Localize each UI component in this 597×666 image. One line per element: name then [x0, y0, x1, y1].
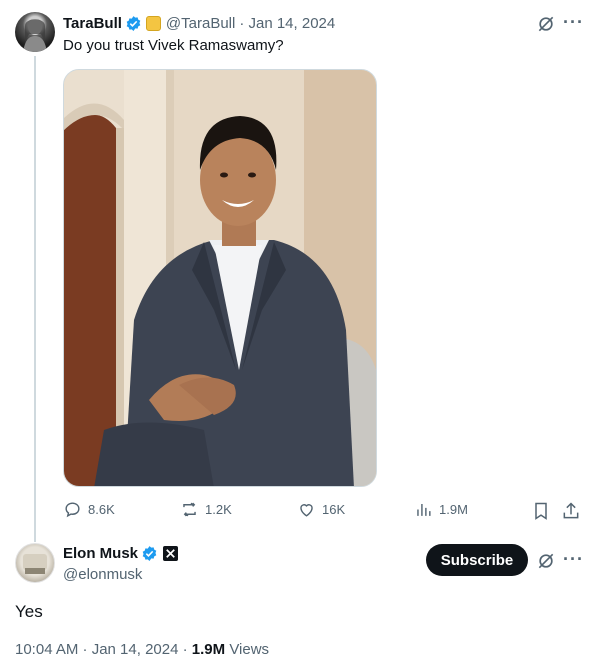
repost-button[interactable]: 1.2K	[180, 500, 232, 519]
tweet-photo[interactable]	[63, 69, 377, 487]
views-icon	[417, 503, 431, 516]
reply-button[interactable]: 8.6K	[63, 500, 115, 519]
reply-icon	[65, 502, 80, 518]
verified-icon	[126, 15, 141, 31]
subscribe-button[interactable]: Subscribe	[426, 544, 528, 576]
tweet-text: Do you trust Vivek Ramaswamy?	[63, 37, 284, 54]
verified-icon	[142, 546, 157, 561]
bookmark-icon[interactable]	[531, 501, 551, 521]
reply-views-label: Views	[229, 641, 270, 658]
reply-count: 8.6K	[88, 502, 115, 517]
tweet-actions: 8.6K 1.2K 16K 1.9M	[0, 500, 597, 522]
like-icon	[300, 504, 313, 517]
share-icon[interactable]	[561, 501, 581, 521]
x-logo-icon	[163, 546, 179, 561]
reply-text: Yes	[15, 602, 43, 621]
elonmusk-avatar[interactable]	[15, 543, 55, 583]
like-button[interactable]: 16K	[297, 500, 345, 519]
more-icon[interactable]: ···	[563, 549, 584, 570]
reply-header: Elon Musk	[63, 545, 179, 562]
views-count: 1.9M	[439, 502, 468, 517]
grok-icon[interactable]	[536, 14, 556, 34]
gold-badge-icon	[145, 15, 161, 31]
reply-timestamp[interactable]: 10:04 AM · Jan 14, 2024 ·	[15, 641, 192, 658]
like-count: 16K	[322, 502, 346, 517]
tweet-date[interactable]: · Jan 14, 2024	[239, 15, 335, 32]
tarabull-avatar[interactable]	[15, 12, 55, 52]
author-name[interactable]: TaraBull	[63, 15, 122, 32]
tweet-header: TaraBull @TaraBull · Jan 14, 2024	[63, 12, 335, 34]
reply-meta: 10:04 AM · Jan 14, 2024 · 1.9M Views	[15, 641, 269, 658]
views-button[interactable]: 1.9M	[414, 500, 468, 519]
author-handle[interactable]: @TaraBull	[166, 15, 235, 32]
reply-author-name[interactable]: Elon Musk	[63, 545, 138, 562]
reply-author-handle[interactable]: @elonmusk	[63, 566, 142, 583]
reply-views-count: 1.9M	[191, 641, 226, 658]
repost-count: 1.2K	[205, 502, 232, 517]
grok-icon[interactable]	[536, 551, 556, 571]
more-icon[interactable]: ···	[563, 12, 584, 33]
thread-line	[34, 56, 36, 542]
repost-icon	[183, 502, 196, 517]
